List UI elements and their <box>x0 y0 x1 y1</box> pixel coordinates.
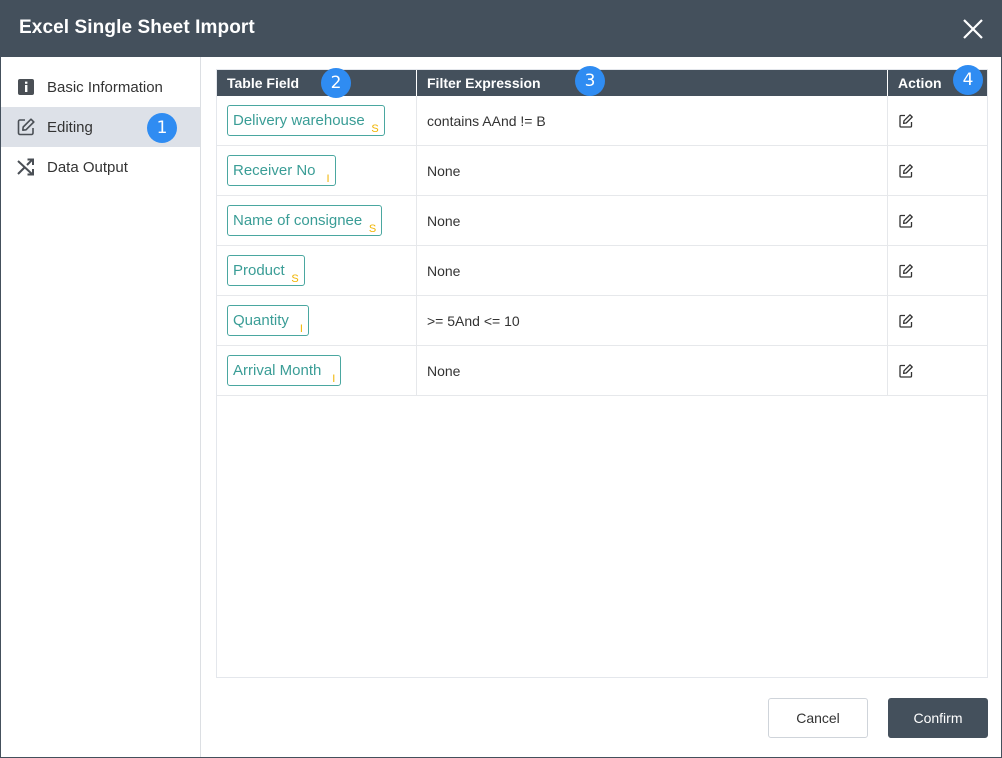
sidebar-item-label: Basic Information <box>47 78 163 96</box>
callout-badge-3: 3 <box>575 66 605 96</box>
sidebar-item-label: Data Output <box>47 158 128 176</box>
field-name: Name of consignee <box>233 212 363 229</box>
field-tag: Arrival Month I <box>227 355 342 386</box>
field-type-indicator: I <box>326 173 330 185</box>
dialog-title: Excel Single Sheet Import <box>19 17 255 38</box>
table-row: Name of consignee S None <box>217 196 987 246</box>
edit-icon[interactable] <box>898 313 914 329</box>
sidebar-item-data-output[interactable]: Data Output <box>1 147 200 187</box>
column-header-table-field: Table Field <box>217 70 417 96</box>
filter-expression-cell: contains AAnd != B <box>417 96 888 145</box>
edit-icon[interactable] <box>898 213 914 229</box>
dialog-titlebar: Excel Single Sheet Import <box>1 1 1001 57</box>
field-type-indicator: S <box>291 273 299 285</box>
field-type-indicator: S <box>371 123 379 135</box>
close-icon <box>963 19 983 39</box>
sidebar-item-basic-information[interactable]: Basic Information <box>1 67 200 107</box>
edit-icon <box>15 116 37 138</box>
sidebar-nav: Basic Information Editing 1 Data Output <box>1 57 201 757</box>
field-name: Delivery warehouse <box>233 112 365 129</box>
cancel-button[interactable]: Cancel <box>768 698 868 738</box>
filter-expression-cell: None <box>417 346 888 395</box>
sidebar-item-editing[interactable]: Editing 1 <box>1 107 200 147</box>
field-tag: Receiver No I <box>227 155 336 186</box>
close-button[interactable] <box>959 15 987 43</box>
callout-badge-2: 2 <box>321 68 351 98</box>
column-header-filter-expression: Filter Expression <box>417 70 888 96</box>
edit-icon[interactable] <box>898 263 914 279</box>
sidebar-item-label: Editing <box>47 118 93 136</box>
filter-expression-cell: >= 5And <= 10 <box>417 296 888 345</box>
field-tag: Name of consignee S <box>227 205 383 236</box>
table-row: Arrival Month I None <box>217 346 987 396</box>
field-tag: Quantity I <box>227 305 309 336</box>
field-name: Receiver No <box>233 162 316 179</box>
info-icon <box>15 76 37 98</box>
field-tag: Delivery warehouse S <box>227 105 385 136</box>
filter-expression-cell: None <box>417 246 888 295</box>
field-type-indicator: S <box>368 223 377 235</box>
field-type-indicator: I <box>332 373 336 385</box>
callout-badge-4: 4 <box>953 65 983 95</box>
field-name: Arrival Month <box>233 362 322 379</box>
filter-table: Table Field Filter Expression Action Del… <box>216 69 988 678</box>
field-name: Quantity <box>233 312 289 329</box>
shuffle-icon <box>15 156 37 178</box>
callout-badge-1: 1 <box>147 113 177 143</box>
import-dialog: Excel Single Sheet Import Basic Informat… <box>0 0 1002 758</box>
filter-expression-cell: None <box>417 146 888 195</box>
edit-icon[interactable] <box>898 363 914 379</box>
edit-icon[interactable] <box>898 163 914 179</box>
table-row: Quantity I >= 5And <= 10 <box>217 296 987 346</box>
confirm-button[interactable]: Confirm <box>888 698 988 738</box>
field-name: Product <box>233 262 285 279</box>
table-row: Delivery warehouse S contains AAnd != B <box>217 96 987 146</box>
table-row: Receiver No I None <box>217 146 987 196</box>
filter-expression-cell: None <box>417 196 888 245</box>
field-type-indicator: I <box>299 323 303 335</box>
field-tag: Product S <box>227 255 305 286</box>
edit-icon[interactable] <box>898 113 914 129</box>
table-row: Product S None <box>217 246 987 296</box>
